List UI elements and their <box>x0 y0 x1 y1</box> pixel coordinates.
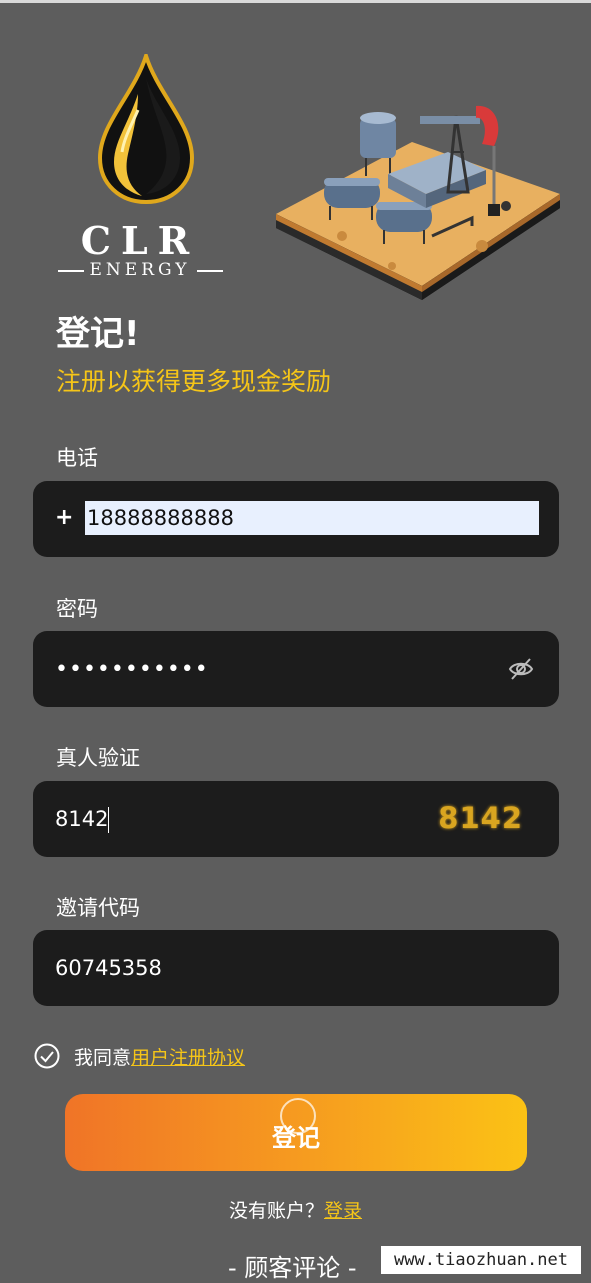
brand-tagline-text: ENERGY <box>89 260 191 280</box>
password-input[interactable] <box>55 651 435 687</box>
register-button[interactable]: 登记 <box>65 1094 527 1171</box>
top-border <box>0 0 591 3</box>
oil-rig-illustration <box>276 105 560 300</box>
text-caret <box>108 807 109 833</box>
page-title: 登记! <box>56 314 140 354</box>
checkbox-checked-icon[interactable] <box>34 1043 60 1069</box>
login-link[interactable]: 登录 <box>324 1200 362 1222</box>
tagline-dash-left <box>57 269 84 272</box>
invite-label: 邀请代码 <box>56 896 140 920</box>
invite-field <box>33 930 559 1006</box>
oil-drop-icon <box>98 54 194 204</box>
password-label: 密码 <box>56 597 98 621</box>
brand-logo: CLR ENERGY <box>40 50 250 290</box>
password-field <box>33 631 559 707</box>
login-prompt: 没有账户？登录 <box>0 1196 591 1223</box>
phone-label: 电话 <box>56 446 98 470</box>
captcha-image[interactable]: 8142 <box>438 801 523 835</box>
register-button-label: 登记 <box>272 1124 320 1152</box>
invite-code-input[interactable] <box>55 950 435 986</box>
user-agreement-link[interactable]: 用户注册协议 <box>131 1043 245 1070</box>
tagline-dash-right <box>196 269 223 272</box>
agreement-row: 我同意 用户注册协议 <box>34 1040 245 1072</box>
eye-hidden-icon[interactable] <box>507 655 535 683</box>
page-subtitle: 注册以获得更多现金奖励 <box>56 367 332 396</box>
phone-prefix: + <box>55 505 74 530</box>
login-prompt-text: 没有账户？ <box>228 1200 324 1222</box>
captcha-label: 真人验证 <box>56 746 140 770</box>
watermark: www.tiaozhuan.net <box>381 1246 581 1274</box>
phone-field: + <box>33 481 559 557</box>
brand-name: CLR <box>80 218 200 263</box>
agreement-text: 我同意 <box>74 1046 132 1069</box>
phone-input[interactable] <box>85 501 539 535</box>
captcha-input[interactable] <box>55 801 435 837</box>
captcha-field: 8142 <box>33 781 559 857</box>
brand-tagline: ENERGY <box>40 260 240 280</box>
